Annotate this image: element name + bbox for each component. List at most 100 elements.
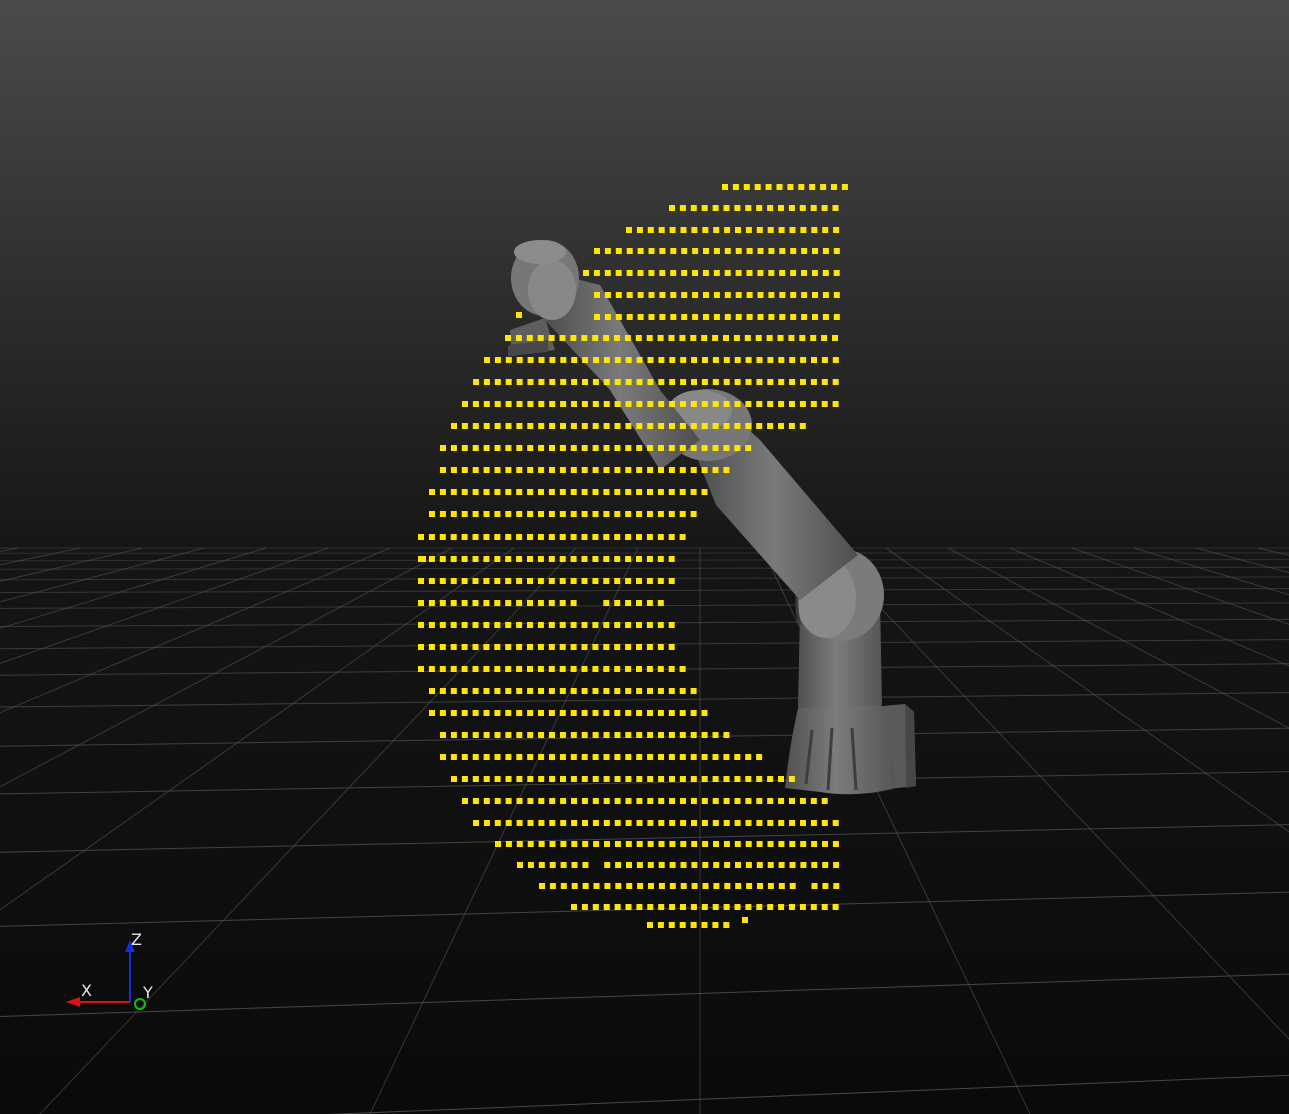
3d-viewport[interactable]: Z X Y [0,0,1289,1114]
cloud-point [724,270,731,276]
cloud-point [603,335,610,341]
cloud-point [636,534,642,540]
cloud-point [472,445,479,451]
cloud-point [680,227,687,233]
cloud-point [723,820,730,826]
cloud-point [636,776,643,782]
cloud-point [527,710,534,716]
cloud-point [647,227,654,233]
cloud-point [712,922,719,928]
cloud-point [450,688,457,694]
cloud-point [636,227,643,233]
cloud-point [657,489,664,495]
cloud-point [669,227,676,233]
cloud-point [472,600,479,606]
cloud-point [670,248,677,254]
cloud-point [581,467,588,473]
cloud-point [538,379,545,385]
cloud-point [548,622,555,628]
cloud-point [658,820,665,826]
cloud-point [690,423,697,429]
cloud-point [571,798,577,804]
cloud-point [559,335,566,341]
cloud-point [439,489,446,495]
cloud-point [494,423,501,429]
cloud-point [745,754,752,760]
cloud-point [636,904,643,910]
cloud-point [549,732,555,738]
cloud-point [527,666,533,672]
cloud-point [604,292,611,298]
cloud-point [668,489,675,495]
cloud-point [603,489,610,495]
cloud-point [418,666,424,672]
cloud-point [559,511,566,517]
cloud-point [559,754,566,760]
cloud-point [680,820,687,826]
cloud-point [734,904,741,910]
cloud-point [690,732,697,738]
cloud-point [418,578,424,584]
cloud-point [548,511,555,517]
cloud-point [767,883,774,889]
cloud-point [789,862,796,868]
cloud-point [581,423,588,429]
cloud-point [735,292,742,298]
cloud-point [505,335,511,341]
cloud-point [701,710,708,716]
cloud-point [527,357,534,363]
cloud-point [691,841,698,847]
cloud-point [592,798,599,804]
cloud-point [461,556,468,562]
cloud-point [810,798,817,804]
cloud-point [483,600,490,606]
cloud-point [646,534,653,540]
cloud-point [744,335,751,341]
cloud-point [832,205,839,211]
cloud-point [679,467,686,473]
cloud-point [657,511,664,517]
scene-canvas[interactable]: Z X Y [0,0,1289,1114]
cloud-point [603,798,610,804]
cloud-point [592,578,599,584]
cloud-point [527,776,534,782]
cloud-point [462,401,468,407]
cloud-point [625,754,632,760]
cloud-point [670,270,677,276]
cloud-point [701,401,708,407]
cloud-point [625,379,632,385]
cloud-point [626,314,633,320]
cloud-point [548,335,555,341]
cloud-point [603,445,610,451]
cloud-point [701,423,708,429]
cloud-point [757,292,764,298]
cloud-point [756,776,763,782]
cloud-point [429,710,435,716]
cloud-point [722,184,728,190]
cloud-point [734,445,741,451]
cloud-point [549,820,556,826]
cloud-point [724,248,731,254]
cloud-point [461,644,468,650]
cloud-point [582,841,589,847]
cloud-point [800,841,807,847]
cloud-point [657,578,664,584]
cloud-point [604,314,611,320]
cloud-point [669,379,676,385]
cloud-point [548,666,555,672]
cloud-point [789,227,796,233]
cloud-point [560,401,567,407]
cloud-point [636,841,643,847]
cloud-point [505,423,512,429]
cloud-point [571,820,578,826]
cloud-point [756,754,763,760]
cloud-point [646,578,653,584]
cloud-point [712,335,719,341]
cloud-point [658,754,664,760]
cloud-point [615,314,622,320]
cloud-point [625,688,632,694]
cloud-point [548,710,555,716]
cloud-point [626,862,632,868]
cloud-point [440,754,446,760]
cloud-point [767,841,774,847]
